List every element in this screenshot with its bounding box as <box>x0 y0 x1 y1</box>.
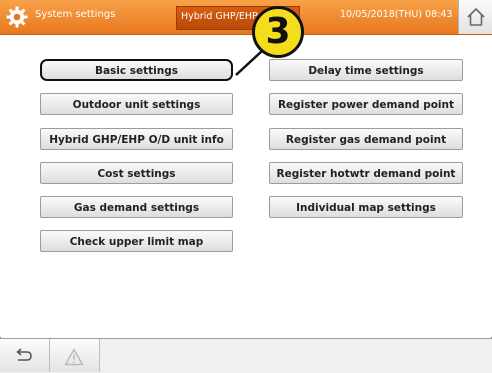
screen-title: System settings <box>35 9 116 20</box>
delay-time-settings-button[interactable]: Delay time settings <box>269 59 463 81</box>
cost-settings-button[interactable]: Cost settings <box>40 162 233 184</box>
gas-demand-settings-button[interactable]: Gas demand settings <box>40 196 233 218</box>
system-name: Hybrid GHP/EHP <box>181 11 258 22</box>
hybrid-od-unit-info-button[interactable]: Hybrid GHP/EHP O/D unit info <box>40 128 233 150</box>
register-power-demand-point-button[interactable]: Register power demand point <box>269 93 463 115</box>
outdoor-unit-settings-button[interactable]: Outdoor unit settings <box>40 93 233 115</box>
header-bar: System settings Hybrid GHP/EHP 10/05/201… <box>0 0 492 35</box>
footer-bar <box>0 338 492 373</box>
check-upper-limit-map-button[interactable]: Check upper limit map <box>40 230 233 252</box>
register-hotwtr-demand-point-button[interactable]: Register hotwtr demand point <box>269 162 463 184</box>
gear-icon <box>6 6 28 28</box>
home-button[interactable] <box>458 0 492 34</box>
step-callout-badge: 3 <box>252 6 304 58</box>
back-button[interactable] <box>0 339 50 372</box>
individual-map-settings-button[interactable]: Individual map settings <box>269 196 463 218</box>
register-gas-demand-point-button[interactable]: Register gas demand point <box>269 128 463 150</box>
date-time: 10/05/2018(THU) 08:43 <box>340 9 453 20</box>
alarm-button[interactable] <box>50 339 100 372</box>
settings-menu: Basic settings Outdoor unit settings Hyb… <box>0 35 492 337</box>
basic-settings-button[interactable]: Basic settings <box>40 59 233 81</box>
